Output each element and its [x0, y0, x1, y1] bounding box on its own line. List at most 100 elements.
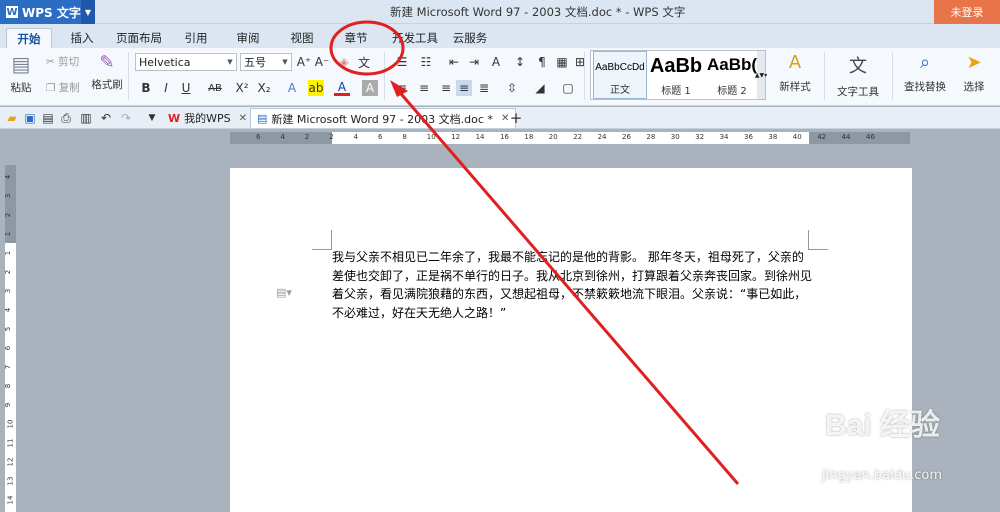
redo-icon[interactable]: ↷ — [118, 110, 134, 126]
show-marks-icon[interactable]: ¶ — [534, 54, 550, 70]
copy-icon: ❐ — [46, 82, 56, 94]
ruler-tick-label: 2 — [4, 212, 13, 218]
tab-cloud[interactable]: 云服务 — [448, 28, 492, 48]
format-painter-button[interactable]: ✎ 格式刷 — [90, 52, 124, 92]
ruler-tick-label: 46 — [866, 133, 875, 141]
find-replace-label: 查找替换 — [904, 81, 946, 93]
document-page[interactable]: ▤▾ 我与父亲不相见已二年余了，我最不能忘记的是他的背影。 那年冬天，祖母死了，… — [230, 168, 912, 512]
subscript-icon[interactable]: X₂ — [256, 80, 272, 96]
numbered-list-icon[interactable]: ☷ — [418, 54, 434, 70]
align-center-icon[interactable]: ≡ — [416, 80, 432, 96]
app-menu-button[interactable]: W WPS 文字 ▼ — [0, 0, 95, 24]
style-heading-2[interactable]: AaBb( 标题 2 — [705, 51, 759, 99]
tab-home[interactable]: 开始 — [6, 28, 52, 48]
cut-button[interactable]: ✂ 剪切 — [46, 54, 79, 69]
ruler-tick-label: 10 — [6, 419, 15, 429]
clear-format-icon[interactable]: ◈ — [336, 54, 352, 70]
sort-icon[interactable]: ↕ — [512, 54, 528, 70]
search-icon: ⌕ — [919, 52, 931, 73]
shading-icon[interactable]: ◢ — [532, 80, 548, 96]
ruler-tick-label: 8 — [4, 383, 13, 389]
strikethrough-icon[interactable]: AB — [204, 80, 226, 96]
increase-indent-icon[interactable]: ⇥ — [466, 54, 482, 70]
text-line: 差使也交卸了，正是祸不单行的日子。我从北京到徐州，打算跟着父亲奔丧回家。到徐州见 — [332, 268, 813, 283]
close-icon[interactable]: ✕ — [239, 113, 247, 124]
ruler-tick-label: 22 — [573, 133, 583, 141]
login-button[interactable]: 未登录 — [934, 0, 1000, 24]
tab-insert[interactable]: 插入 — [62, 28, 102, 48]
line-spacing-icon[interactable]: ⇳ — [504, 80, 520, 96]
char-shading-icon[interactable]: A — [362, 80, 378, 96]
style-name: 标题 2 — [717, 86, 747, 97]
new-tab-icon[interactable]: + — [508, 109, 524, 127]
export-pdf-icon[interactable]: ▥ — [78, 110, 94, 126]
bullet-list-icon[interactable]: ☰ — [394, 54, 410, 70]
text-effect-icon[interactable]: A — [284, 80, 300, 96]
bold-icon[interactable]: B — [138, 80, 154, 96]
tab-section[interactable]: 章节 — [336, 28, 376, 48]
phonetic-guide-icon[interactable]: 文 — [356, 54, 372, 70]
ruler-tick-label: 5 — [4, 326, 13, 332]
table-icon[interactable]: ⊞ — [572, 54, 588, 70]
font-name-value: Helvetica — [139, 55, 191, 69]
open-icon[interactable]: ▰ — [4, 110, 20, 126]
new-style-button[interactable]: A 新样式 — [772, 52, 818, 94]
chevron-down-icon[interactable]: ▼ — [81, 0, 95, 24]
find-replace-button[interactable]: ⌕ 查找替换 — [898, 52, 952, 94]
print-preview-icon[interactable]: ▤ — [40, 110, 56, 126]
select-button[interactable]: ➤ 选择 — [956, 52, 992, 94]
ruler-tick-label: 44 — [841, 133, 851, 141]
tab-review[interactable]: 审阅 — [228, 28, 268, 48]
print-icon[interactable]: ⎙ — [58, 110, 74, 126]
horizontal-ruler[interactable]: 6 4 2 2 4 6 8 10 12 14 16 18 20 22 24 26 28 30 32 34 36 38 40 4… — [0, 130, 1000, 146]
highlight-icon[interactable]: ab — [308, 80, 324, 96]
copy-button[interactable]: ❐ 复制 — [46, 80, 80, 95]
style-heading-1[interactable]: AaBb 标题 1 — [649, 51, 703, 99]
style-normal[interactable]: AaBbCcDd 正文 — [593, 51, 647, 99]
ruler-text-area — [5, 243, 16, 512]
tab-references[interactable]: 引用 — [176, 28, 216, 48]
underline-icon[interactable]: U — [178, 80, 194, 96]
align-right-icon[interactable]: ≡ — [438, 80, 454, 96]
ruler-tick-label: 4 — [280, 133, 285, 141]
justify-icon[interactable]: ≡ — [456, 80, 472, 96]
align-left-icon[interactable]: ≡ — [394, 80, 410, 96]
style-preview: AaBbCcDd — [595, 62, 645, 73]
divider — [584, 52, 585, 100]
font-name-select[interactable]: Helvetica ▼ — [135, 53, 237, 71]
save-icon[interactable]: ▣ — [22, 110, 38, 126]
tab-view[interactable]: 视图 — [282, 28, 322, 48]
ruler-tick-label: 2 — [329, 133, 334, 141]
paste-button[interactable]: ▤ 粘贴 — [6, 52, 36, 95]
doc-tab-my-wps[interactable]: W 我的WPS ✕ — [162, 108, 253, 128]
superscript-icon[interactable]: X² — [234, 80, 250, 96]
title-bar: W WPS 文字 ▼ 新建 Microsoft Word 97 - 2003 文… — [0, 0, 1000, 24]
document-icon: ▤ — [257, 112, 268, 125]
font-color-icon[interactable]: A — [334, 80, 350, 96]
text-tools-button[interactable]: 文 文字工具 — [830, 52, 886, 99]
quick-access-bar: ▰ ▣ ▤ ⎙ ▥ ↶ ↷ ▼ W 我的WPS ✕ ▤ 新建 Microsoft… — [0, 107, 1000, 129]
styles-scroll[interactable]: ▲▼▾ — [755, 51, 767, 99]
grow-font-icon[interactable]: A⁺ — [296, 54, 312, 70]
tab-page-layout[interactable]: 页面布局 — [112, 28, 166, 48]
shrink-font-icon[interactable]: A⁻ — [314, 54, 330, 70]
change-case-icon[interactable]: A — [488, 54, 504, 70]
tab-developer[interactable]: 开发工具 — [388, 28, 442, 48]
divider — [128, 52, 129, 100]
ruler-tick-label: 12 — [6, 457, 15, 467]
style-name: 标题 1 — [661, 86, 691, 97]
paragraph-menu-icon[interactable]: ▤▾ — [276, 286, 292, 299]
distribute-icon[interactable]: ≣ — [476, 80, 492, 96]
font-size-select[interactable]: 五号 ▼ — [240, 53, 292, 71]
italic-icon[interactable]: I — [158, 80, 174, 96]
doc-tab-current[interactable]: ▤ 新建 Microsoft Word 97 - 2003 文档.doc * ✕ — [250, 108, 517, 128]
decrease-indent-icon[interactable]: ⇤ — [446, 54, 462, 70]
chevron-down-icon[interactable]: ▼ — [144, 110, 160, 126]
borders-icon[interactable]: ▦ — [554, 54, 570, 70]
ruler-tick-label: 26 — [622, 133, 631, 141]
undo-icon[interactable]: ↶ — [98, 110, 114, 126]
vertical-ruler[interactable]: 4 3 2 1 1 2 3 4 5 6 7 8 9 10 11 12 13 14 — [4, 165, 16, 512]
document-body[interactable]: 我与父亲不相见已二年余了，我最不能忘记的是他的背影。 那年冬天，祖母死了，父亲的… — [332, 248, 812, 322]
copy-label: 复制 — [58, 82, 80, 94]
border-icon[interactable]: ▢ — [560, 80, 576, 96]
